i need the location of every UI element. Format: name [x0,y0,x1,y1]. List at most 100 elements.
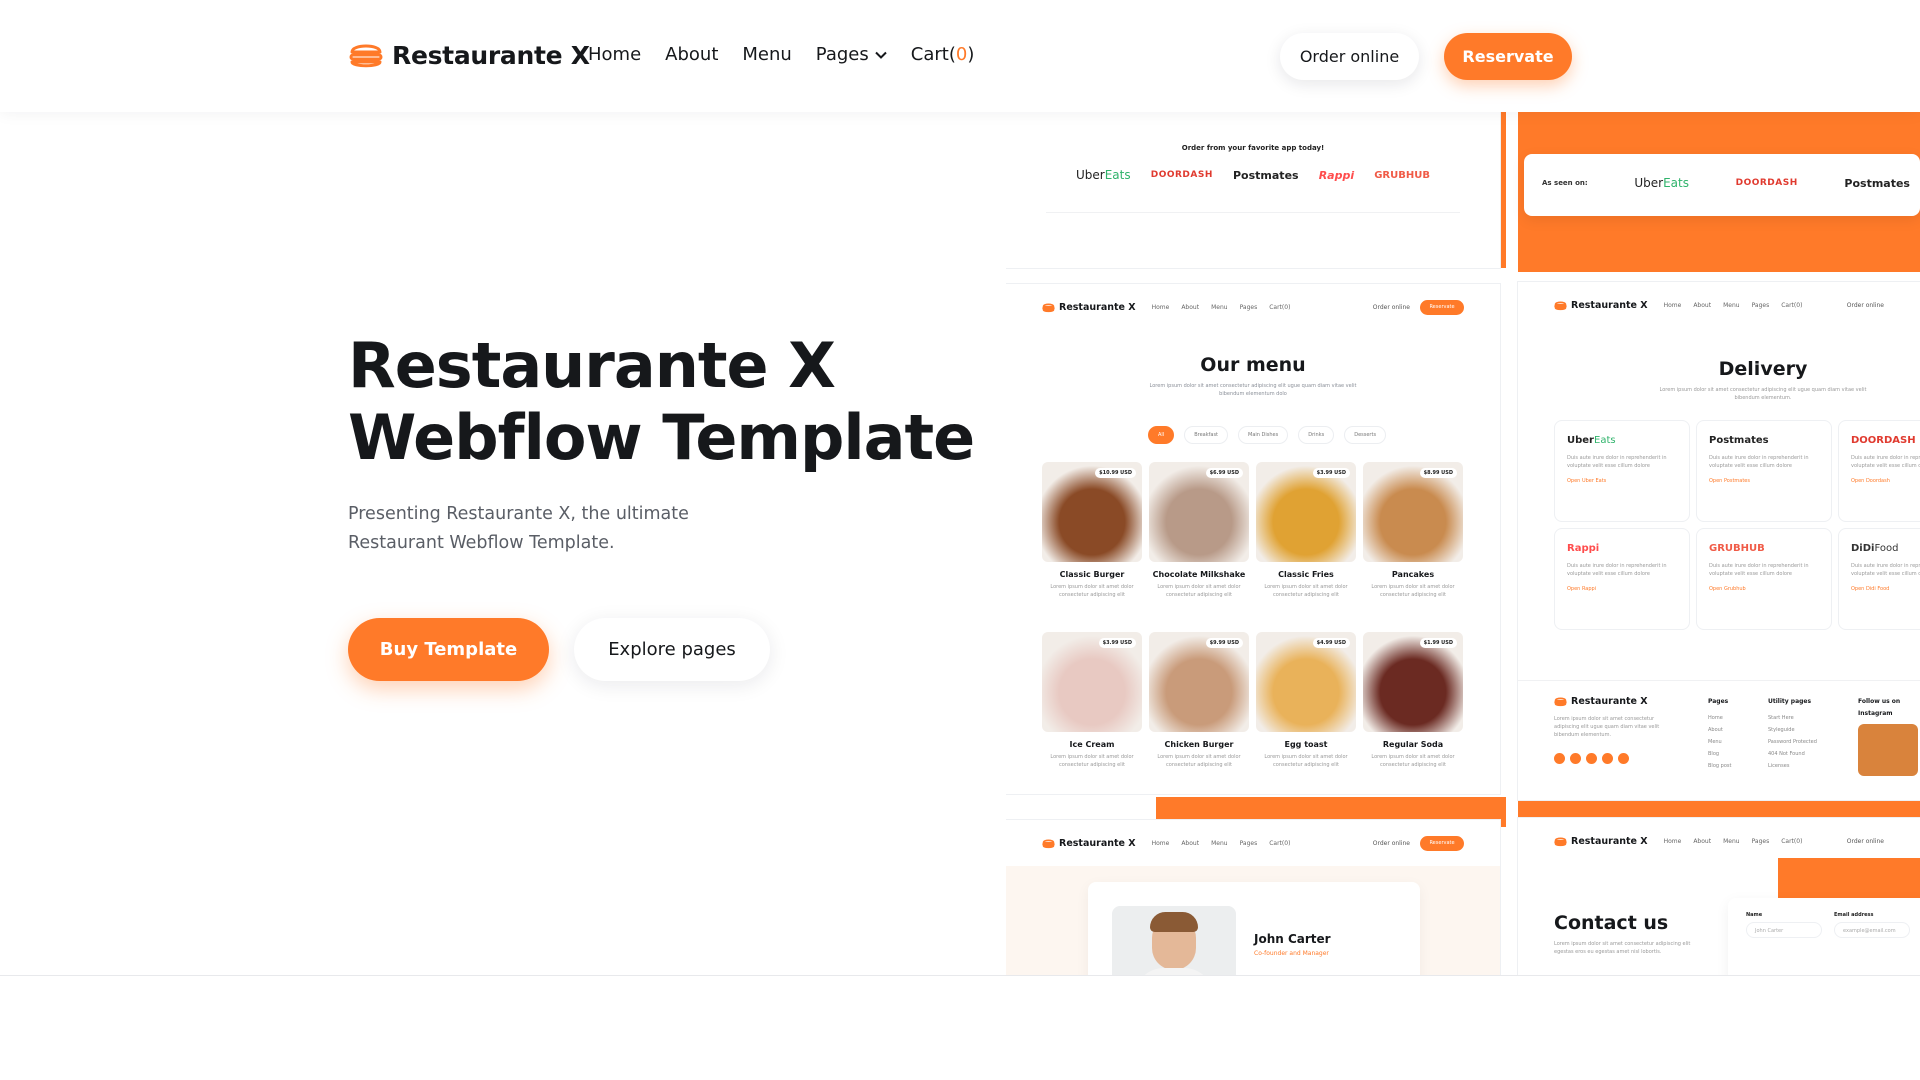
menu-item-photo: $1.99 USD [1363,632,1463,732]
doordash-logo: DOORDASH [1150,170,1213,180]
footer-link: Menu [1708,739,1722,745]
burger-logo-icon [1042,839,1055,848]
explore-pages-button[interactable]: Explore pages [574,618,770,681]
menu-item-photo: $6.99 USD [1149,462,1249,562]
delivery-card: DOORDASH Duis aute irure dolor in reprehe… [1838,420,1920,522]
footer-link: Blog post [1708,763,1732,769]
mini-brand: Restaurante X [1042,838,1136,849]
menu-item-name: Regular Soda [1382,740,1444,749]
ubereats-logo: UberEats [1634,176,1689,190]
mini-nav-link: Cart(0) [1781,301,1803,309]
mini-nav-link: Menu [1211,303,1228,311]
footer-utility-col: Utility pages Start Here Styleguide Pass… [1768,696,1817,772]
contact-form: Name John Carter Email address example@e… [1728,898,1920,976]
mini-brand-name: Restaurante X [1059,301,1136,313]
mini-nav-links: Home About Menu Pages Cart(0) [1152,840,1291,847]
chevron-down-icon [875,51,887,59]
delivery-card-link: Open Doordash [1851,478,1890,484]
email-field: example@email.com [1834,922,1910,938]
brand-name: Restaurante X [392,40,590,70]
delivery-brand-text: DOORDASH [1851,435,1916,446]
menu-item-name: Classic Fries [1278,570,1334,579]
mini-order-online: Order online [1846,837,1884,845]
menu-item-price: $3.99 USD [1098,638,1136,648]
mini-brand: Restaurante X [1042,302,1136,313]
footer-brand-name: Restaurante X [1571,696,1648,707]
hair-shape [1150,912,1198,932]
as-seen-logos: As seen on: UberEats DOORDASH Postmates [1542,176,1910,190]
template-preview-collage: Order from your favorite app today! Uber… [1006,112,1920,976]
nav-pages-dropdown[interactable]: Pages [816,44,887,65]
burger-logo-icon [1554,301,1567,310]
filter-drinks: Drinks [1298,426,1335,444]
buy-template-button[interactable]: Buy Template [348,618,549,681]
delivery-card: GRUBHUB Duis aute irure dolor in reprehen… [1696,528,1832,630]
hero-title: Restaurante X Webflow Template [348,329,975,474]
menu-item-desc: Lorem ipsum dolor sit amet dolor consect… [1050,754,1134,768]
instagram-photo [1858,724,1918,776]
nav-cart-link[interactable]: Cart(0) [911,44,975,65]
divider [1046,212,1460,213]
footer-desc: Lorem ipsum dolor sit amet consectetur a… [1554,716,1660,738]
menu-item-name: Egg toast [1284,740,1328,749]
menu-item-price: $9.99 USD [1205,638,1243,648]
menu-item-name: Chocolate Milkshake [1152,570,1246,579]
order-apps-heading: Order from your favorite app today! [1181,144,1325,152]
menu-item-desc: Lorem ipsum dolor sit amet dolor consect… [1264,584,1348,598]
mini-navbar: Restaurante X Home About Menu Pages Cart… [1006,284,1500,330]
delivery-title: Delivery [1718,358,1808,380]
mini-order-online: Order online [1846,301,1884,309]
preview-order-apps: Order from your favorite app today! Uber… [1006,112,1500,268]
mini-nav-link: Pages [1239,303,1258,311]
footer-link: 404 Not Found [1768,751,1805,757]
filter-all: All [1148,426,1175,444]
menu-item-price: $1.99 USD [1419,638,1457,648]
nav-link-home[interactable]: Home [588,44,641,65]
order-online-button[interactable]: Order online [1280,33,1419,80]
section-divider [0,975,1920,976]
footer-link: Password Protected [1768,739,1817,745]
nav-link-about[interactable]: About [665,44,718,65]
menu-item-desc: Lorem ipsum dolor sit amet dolor consect… [1264,754,1348,768]
delivery-brand-text: GRUBHUB [1709,543,1765,554]
linkedin-icon [1618,753,1629,764]
mini-brand-name: Restaurante X [1571,835,1648,847]
nav-link-menu[interactable]: Menu [742,44,791,65]
ubereats-logo-text: Uber [1076,168,1105,182]
hero-title-line-1: Restaurante X [348,329,836,402]
menu-item: $3.99 USD Classic Fries Lorem ipsum dolor … [1256,462,1356,599]
mini-nav-link: Cart(0) [1269,839,1291,847]
footer-link: Blog [1708,751,1720,757]
burger-logo-icon [1042,303,1055,312]
mini-nav-link: Cart(0) [1781,837,1803,845]
social-icons [1554,749,1674,768]
rappi-logo: Rappi [1318,168,1355,182]
delivery-card-link: Open Rappi [1567,586,1597,592]
divider [1518,680,1920,681]
menu-item-price: $8.99 USD [1419,468,1457,478]
menu-item: $1.99 USD Regular Soda Lorem ipsum dolor s… [1363,632,1463,769]
menu-item-desc: Lorem ipsum dolor sit amet dolor consect… [1157,754,1241,768]
hero-title-line-2: Webflow Template [348,401,975,474]
menu-item: $9.99 USD Chicken Burger Lorem ipsum dolor… [1149,632,1249,769]
delivery-card-link: Open Postmates [1709,478,1750,484]
menu-item: $8.99 USD Pancakes Lorem ipsum dolor sit a… [1363,462,1463,599]
ubereats-logo-eats: Eats [1663,176,1689,190]
preview-menu-page: Restaurante X Home About Menu Pages Cart… [1006,284,1500,794]
delivery-card-desc: Duis aute irure dolor in reprehenderit i… [1851,455,1920,469]
menu-item-photo: $9.99 USD [1149,632,1249,732]
brand-logo-link[interactable]: Restaurante X [348,40,590,70]
menu-item: $3.99 USD Ice Cream Lorem ipsum dolor sit … [1042,632,1142,769]
burger-logo-icon [1554,697,1567,707]
nav-links: Home About Menu Pages Cart(0) [588,44,974,65]
mini-nav-link: Home [1663,837,1682,845]
preview-as-seen-on: As seen on: UberEats DOORDASH Postmates [1524,154,1920,216]
mini-brand: Restaurante X [1554,836,1648,847]
footer-instagram-col: Follow us on Instagram [1858,696,1920,776]
nav-pages-label: Pages [815,44,869,65]
contact-title: Contact us [1554,912,1669,934]
reservate-button[interactable]: Reservate [1444,33,1572,80]
menu-item-photo: $8.99 USD [1363,462,1463,562]
delivery-card-link: Open Uber Eats [1567,478,1607,484]
team-card: John Carter Co-founder and Manager [1088,882,1420,976]
